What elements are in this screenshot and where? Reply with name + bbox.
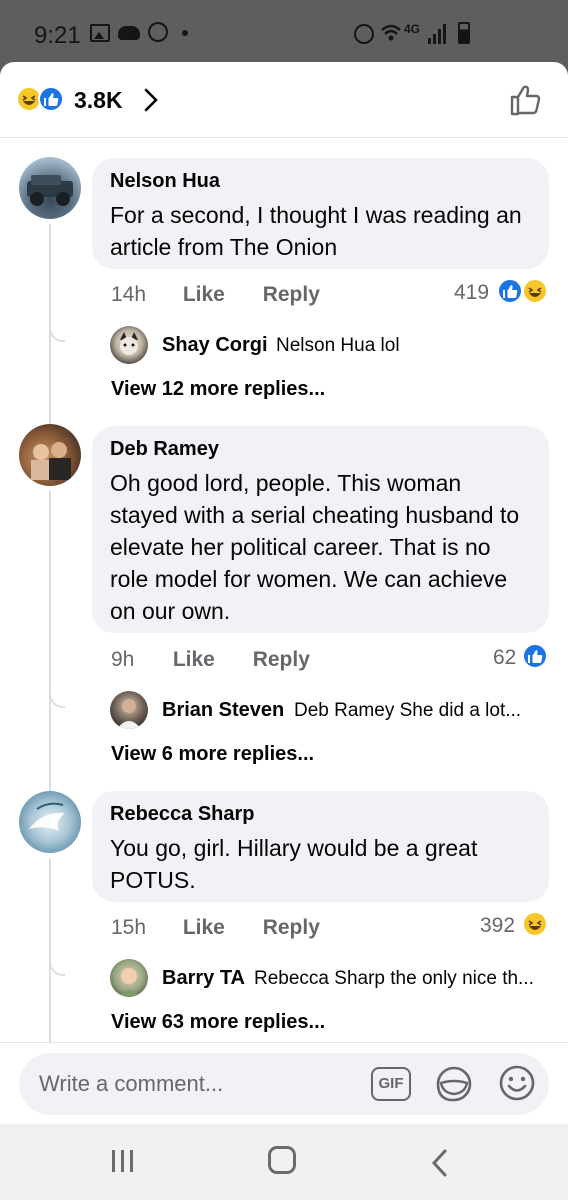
- view-more-replies[interactable]: View 6 more replies...: [111, 743, 314, 766]
- wifi-icon: [381, 24, 401, 41]
- reply-button[interactable]: Reply: [263, 916, 320, 940]
- status-time: 9:21: [34, 22, 81, 49]
- comment-author[interactable]: Deb Ramey: [110, 438, 531, 461]
- like-icon: [522, 643, 548, 669]
- status-bar: 9:21 4G: [0, 0, 568, 66]
- reply-preview[interactable]: Brian Steven Deb Ramey She did a lot...: [110, 691, 550, 731]
- person-photo: [117, 699, 141, 729]
- system-navigation-bar: [0, 1124, 568, 1200]
- reply-preview[interactable]: Shay Corgi Nelson Hua lol: [110, 326, 550, 366]
- reply-text: Deb Ramey She did a lot...: [294, 700, 522, 721]
- gif-button[interactable]: GIF: [371, 1067, 411, 1101]
- comments-sheet: 3.8K Nelson Hua For a second, I thought …: [0, 62, 568, 1124]
- chevron-right-icon[interactable]: [140, 86, 162, 114]
- like-icon: [497, 278, 523, 304]
- like-button[interactable]: Like: [183, 283, 257, 307]
- avatar[interactable]: [19, 157, 81, 219]
- avatar[interactable]: [110, 691, 148, 729]
- comment-bubble[interactable]: Nelson Hua For a second, I thought I was…: [92, 158, 549, 269]
- comment-text: Oh good lord, people. This woman stayed …: [110, 470, 520, 624]
- comment-placeholder: Write a comment...: [39, 1071, 224, 1096]
- back-icon[interactable]: [428, 1148, 452, 1178]
- reply-author[interactable]: Brian Steven: [162, 699, 284, 722]
- reaction-count[interactable]: 392: [480, 914, 515, 938]
- comment-text: You go, girl. Hillary would be a great P…: [110, 835, 478, 893]
- reply-author[interactable]: Barry TA: [162, 967, 245, 990]
- reaction-count[interactable]: 62: [493, 646, 516, 670]
- comment-time: 15h: [111, 916, 147, 939]
- avatar[interactable]: [19, 424, 81, 486]
- reply-button[interactable]: Reply: [263, 283, 320, 307]
- avatar[interactable]: [110, 959, 148, 997]
- comment-actions: 15h Like Reply: [111, 916, 320, 940]
- battery-icon: [458, 22, 470, 44]
- avatar[interactable]: [110, 326, 148, 364]
- comment-author[interactable]: Rebecca Sharp: [110, 803, 531, 826]
- reactions-summary[interactable]: 3.8K: [0, 62, 568, 138]
- reaction-count[interactable]: 419: [454, 281, 489, 305]
- emoji-icon[interactable]: [497, 1063, 537, 1103]
- comment-actions: 9h Like Reply: [111, 648, 310, 672]
- dove-art-photo: [29, 802, 65, 831]
- gallery-icon: [90, 24, 110, 42]
- comment-bubble[interactable]: Rebecca Sharp You go, girl. Hillary woul…: [92, 791, 549, 902]
- more-notifications-dot-icon: [182, 30, 188, 36]
- comment-composer: Write a comment... GIF: [0, 1042, 568, 1124]
- messenger-icon: [148, 22, 168, 42]
- reaction-total: 3.8K: [74, 87, 123, 113]
- avatar[interactable]: [19, 791, 81, 853]
- alarm-icon: [354, 24, 374, 44]
- haha-icon: [522, 278, 548, 304]
- home-icon[interactable]: [268, 1146, 296, 1174]
- comment-text: For a second, I thought I was reading an…: [110, 202, 522, 260]
- comment-bubble[interactable]: Deb Ramey Oh good lord, people. This wom…: [92, 426, 549, 633]
- like-button[interactable]: Like: [173, 648, 247, 672]
- child-photo: [119, 968, 139, 997]
- signal-icon: [428, 24, 446, 44]
- jeep-photo: [27, 175, 73, 206]
- comment-actions: 14h Like Reply: [111, 283, 320, 307]
- thread-line: [49, 490, 65, 814]
- reply-text: Rebecca Sharp the only nice th...: [254, 968, 534, 989]
- couple-photo: [31, 442, 71, 480]
- cloud-icon: [118, 26, 140, 40]
- comment-time: 14h: [111, 283, 147, 306]
- like-button[interactable]: Like: [183, 916, 257, 940]
- reply-author[interactable]: Shay Corgi: [162, 334, 268, 357]
- reply-button[interactable]: Reply: [253, 648, 310, 672]
- sticker-icon[interactable]: [433, 1063, 475, 1105]
- view-more-replies[interactable]: View 12 more replies...: [111, 378, 325, 401]
- thumbs-up-icon[interactable]: [508, 82, 544, 118]
- dog-photo: [120, 332, 138, 355]
- like-icon: [38, 86, 64, 112]
- recent-apps-icon[interactable]: [110, 1148, 136, 1174]
- view-more-replies[interactable]: View 63 more replies...: [111, 1011, 325, 1034]
- comment-input[interactable]: Write a comment... GIF: [19, 1053, 549, 1115]
- reply-preview[interactable]: Barry TA Rebecca Sharp the only nice th.…: [110, 959, 550, 999]
- reply-text: Nelson Hua lol: [276, 335, 400, 356]
- comment-author[interactable]: Nelson Hua: [110, 170, 531, 193]
- network-type: 4G: [404, 22, 421, 36]
- comment-time: 9h: [111, 648, 135, 671]
- haha-icon: [522, 911, 548, 937]
